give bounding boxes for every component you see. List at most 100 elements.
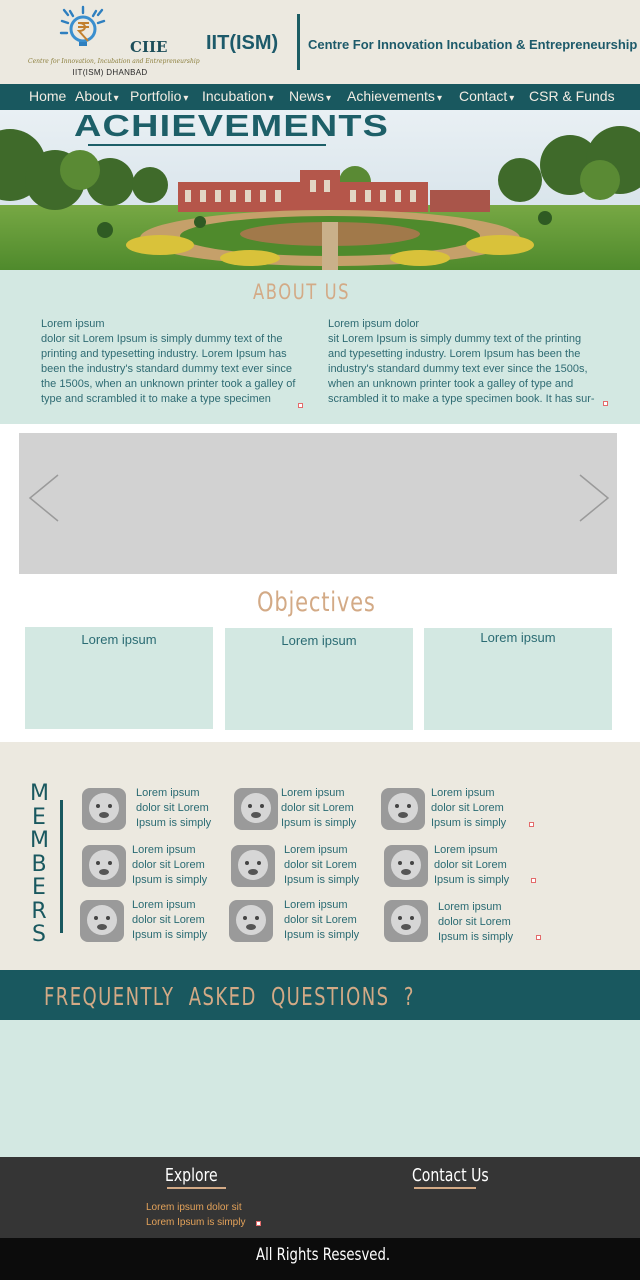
member-avatar: [384, 900, 428, 942]
about-left-body: dolor sit Lorem Ipsum is simply dummy te…: [41, 333, 296, 405]
nav-home[interactable]: Home: [29, 88, 66, 104]
copyright-bar: All Rights Resesved.: [0, 1238, 640, 1280]
ciie-logo[interactable]: CIIE Centre for Innovation, Incubation a…: [28, 4, 200, 80]
objective-title: Lorem ipsum: [480, 630, 556, 645]
broken-image-icon: [298, 403, 303, 408]
objective-card[interactable]: Lorem ipsum: [424, 628, 612, 730]
member-line: Ipsum is simply: [136, 817, 212, 829]
member-text: Lorem ipsum dolor sit Lorem Ipsum is simpl…: [438, 900, 513, 945]
chevron-down-icon: ▾: [268, 93, 274, 104]
chevron-right-icon[interactable]: [577, 473, 611, 523]
about-right-body: sit Lorem Ipsum is simply dummy text of …: [328, 333, 595, 405]
member-avatar: [82, 788, 126, 830]
member-line: Ipsum is simply: [281, 817, 357, 829]
copyright-text: All Rights Resesved.: [256, 1245, 391, 1265]
nav-csr-funds[interactable]: CSR & Funds: [529, 88, 615, 104]
nav-label: Incubation: [202, 88, 267, 104]
nav-label: Contact: [459, 88, 508, 104]
member-line: dolor sit Lorem: [434, 859, 507, 871]
footer-explore-underline: [167, 1187, 226, 1189]
nav-incubation[interactable]: Incubation ▾: [202, 88, 274, 104]
member-line: Ipsum is simply: [284, 929, 360, 941]
objective-title: Lorem ipsum: [81, 632, 157, 647]
objective-card[interactable]: Lorem ipsum: [25, 627, 213, 729]
nav-about[interactable]: About ▾: [75, 88, 119, 104]
nav-label: CSR & Funds: [529, 88, 615, 104]
nav-portfolio[interactable]: Portfolio ▾: [130, 88, 188, 104]
member-avatar: [231, 845, 275, 887]
member-line: Ipsum is simply: [438, 931, 514, 943]
member-line: dolor sit Lorem: [281, 802, 354, 814]
member-name: Lorem ipsum: [284, 899, 348, 911]
footer-explore-heading[interactable]: Explore: [165, 1165, 218, 1186]
chevron-down-icon: ▾: [326, 93, 332, 104]
footer-explore-line[interactable]: Lorem ipsum dolor sit: [146, 1200, 245, 1215]
about-section: ABOUT US Lorem ipsum dolor sit Lorem Ips…: [0, 270, 640, 424]
member-card[interactable]: Lorem ipsum dolor sit Lorem Ipsum is simpl…: [82, 843, 232, 889]
main-nav: Home About ▾ Portfolio ▾ Incubation ▾ News ▾…: [0, 84, 640, 110]
faq-header[interactable]: FREQUENTLY ASKED QUESTIONS ?: [0, 970, 640, 1020]
member-line: Ipsum is simply: [132, 929, 208, 941]
chevron-down-icon: ▾: [113, 93, 119, 104]
member-text: Lorem ipsum dolor sit Lorem Ipsum is simpl…: [281, 786, 356, 831]
member-avatar: [229, 900, 273, 942]
chevron-down-icon: ▾: [436, 93, 442, 104]
member-avatar: [381, 788, 425, 830]
hero-banner: ACHIEVEMENTS: [0, 110, 640, 270]
header-divider: [297, 14, 300, 70]
members-section: MEMBERS Lorem ipsum dolor sit Lorem Ipsum …: [0, 742, 640, 970]
member-line: Ipsum is simply: [284, 874, 360, 886]
member-avatar: [234, 788, 278, 830]
member-line: dolor sit Lorem: [132, 914, 205, 926]
member-name: Lorem ipsum: [284, 844, 348, 856]
member-name: Lorem ipsum: [431, 787, 495, 799]
nav-achievements[interactable]: Achievements ▾: [347, 88, 442, 104]
member-name: Lorem ipsum: [281, 787, 345, 799]
member-line: Ipsum is simply: [132, 874, 208, 886]
member-card[interactable]: Lorem ipsum dolor sit Lorem Ipsum is simpl…: [80, 898, 230, 944]
member-text: Lorem ipsum dolor sit Lorem Ipsum is simpl…: [284, 843, 359, 888]
member-text: Lorem ipsum dolor sit Lorem Ipsum is simpl…: [284, 898, 359, 943]
image-slider[interactable]: [19, 433, 617, 574]
member-card[interactable]: Lorem ipsum dolor sit Lorem Ipsum is simpl…: [381, 786, 531, 832]
member-card[interactable]: Lorem ipsum dolor sit Lorem Ipsum is simpl…: [229, 898, 379, 944]
about-left-title: Lorem ipsum: [41, 318, 105, 330]
member-card[interactable]: Lorem ipsum dolor sit Lorem Ipsum is simpl…: [384, 898, 534, 944]
about-right-column: Lorem ipsum dolor sit Lorem Ipsum is sim…: [328, 317, 602, 407]
logo-subtitle: IIT(ISM) DHANBAD: [72, 68, 148, 77]
nav-label: News: [289, 88, 325, 104]
member-line: dolor sit Lorem: [431, 802, 504, 814]
member-line: dolor sit Lorem: [438, 916, 511, 928]
broken-image-icon: [531, 878, 536, 883]
footer-explore-text: Lorem ipsum dolor sit Lorem Ipsum is sim…: [146, 1200, 245, 1230]
about-heading: ABOUT US: [253, 280, 351, 304]
member-avatar: [82, 845, 126, 887]
member-card[interactable]: Lorem ipsum dolor sit Lorem Ipsum is simpl…: [234, 786, 384, 832]
chevron-left-icon[interactable]: [27, 473, 61, 523]
member-avatar: [80, 900, 124, 942]
site-footer: Explore Lorem ipsum dolor sit Lorem Ipsu…: [0, 1157, 640, 1238]
member-line: dolor sit Lorem: [136, 802, 209, 814]
member-name: Lorem ipsum: [132, 844, 196, 856]
footer-explore-line[interactable]: Lorem Ipsum is simply: [146, 1215, 245, 1230]
broken-image-icon: [256, 1221, 261, 1226]
logo-name: CIIE: [130, 38, 168, 56]
chevron-down-icon: ▾: [183, 93, 189, 104]
broken-image-icon: [529, 822, 534, 827]
objective-card[interactable]: Lorem ipsum: [225, 628, 413, 730]
member-card[interactable]: Lorem ipsum dolor sit Lorem Ipsum is simpl…: [384, 843, 534, 889]
footer-contact-heading[interactable]: Contact Us: [412, 1165, 489, 1186]
nav-contact[interactable]: Contact ▾: [459, 88, 514, 104]
lightbulb-rupee-icon: [59, 5, 106, 46]
logo-tagline: Centre for Innovation, Incubation and En…: [28, 58, 200, 65]
member-name: Lorem ipsum: [132, 899, 196, 911]
faq-title: FREQUENTLY ASKED QUESTIONS ?: [44, 982, 415, 1011]
member-card[interactable]: Lorem ipsum dolor sit Lorem Ipsum is simpl…: [82, 786, 232, 832]
nav-label: About: [75, 88, 112, 104]
chevron-down-icon: ▾: [509, 93, 515, 104]
nav-label: Home: [29, 88, 67, 104]
nav-news[interactable]: News ▾: [289, 88, 331, 104]
member-line: dolor sit Lorem: [132, 859, 205, 871]
nav-label: Achievements: [347, 88, 435, 104]
member-card[interactable]: Lorem ipsum dolor sit Lorem Ipsum is simpl…: [231, 843, 381, 889]
